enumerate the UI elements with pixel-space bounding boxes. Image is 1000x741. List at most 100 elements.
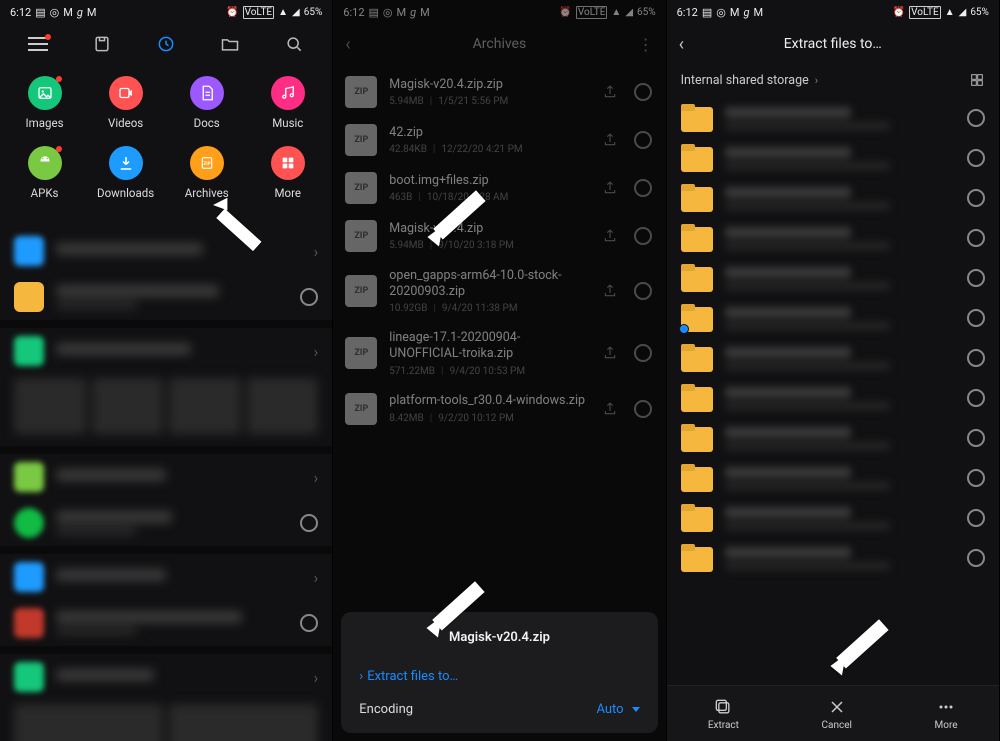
category-archives[interactable]: ZIP Archives bbox=[166, 140, 247, 210]
extract-action[interactable]: › Extract files to… bbox=[359, 669, 639, 684]
sheet-title: Magisk-v20.4.zip bbox=[359, 630, 639, 645]
select-radio[interactable] bbox=[634, 400, 652, 418]
folder-row[interactable] bbox=[667, 538, 999, 578]
share-icon[interactable] bbox=[602, 401, 618, 417]
category-label: Images bbox=[26, 116, 64, 130]
list-item[interactable] bbox=[0, 500, 332, 546]
file-row[interactable]: ZIPplatform-tools_r30.0.4-windows.zip8.4… bbox=[333, 385, 665, 433]
select-radio[interactable] bbox=[967, 509, 985, 527]
select-radio[interactable] bbox=[967, 389, 985, 407]
list-item[interactable]: › bbox=[0, 328, 332, 374]
view-grid-button[interactable] bbox=[969, 72, 985, 88]
category-more[interactable]: More bbox=[247, 140, 328, 210]
notif-icon: ◎ bbox=[50, 6, 60, 19]
encoding-row[interactable]: Encoding Auto bbox=[359, 702, 639, 717]
list-item[interactable]: › bbox=[0, 454, 332, 500]
statusbar-time: 6:12 bbox=[677, 6, 698, 19]
list-item[interactable] bbox=[0, 600, 332, 646]
file-row[interactable]: ZIPMagisk-v20.4.zip.zip5.94MB|1/5/21 5:5… bbox=[333, 68, 665, 116]
select-radio[interactable] bbox=[967, 429, 985, 447]
recent-list[interactable]: › › › › bbox=[0, 224, 332, 741]
select-radio[interactable] bbox=[967, 269, 985, 287]
folder-row[interactable] bbox=[667, 258, 999, 298]
select-radio[interactable] bbox=[634, 344, 652, 362]
search-button[interactable] bbox=[276, 26, 312, 62]
statusbar-time: 6:12 bbox=[10, 6, 31, 19]
cancel-button[interactable]: Cancel bbox=[822, 697, 852, 731]
list-item[interactable]: › bbox=[0, 228, 332, 274]
folder-row[interactable] bbox=[667, 418, 999, 458]
select-radio[interactable] bbox=[634, 83, 652, 101]
share-icon[interactable] bbox=[602, 84, 618, 100]
select-radio[interactable] bbox=[967, 189, 985, 207]
file-row[interactable]: ZIPlineage-17.1-20200904-UNOFFICIAL-troi… bbox=[333, 322, 665, 384]
select-radio[interactable] bbox=[967, 309, 985, 327]
share-icon[interactable] bbox=[602, 180, 618, 196]
page-title: Extract files to… bbox=[707, 36, 959, 52]
file-row[interactable]: ZIP42.zip42.84KB|12/22/20 4:21 PM bbox=[333, 116, 665, 164]
select-radio[interactable] bbox=[967, 549, 985, 567]
category-images[interactable]: Images bbox=[4, 70, 85, 140]
category-music[interactable]: Music bbox=[247, 70, 328, 140]
select-radio[interactable] bbox=[967, 109, 985, 127]
share-icon[interactable] bbox=[602, 228, 618, 244]
folder-row[interactable] bbox=[667, 378, 999, 418]
share-icon[interactable] bbox=[602, 132, 618, 148]
select-radio[interactable] bbox=[967, 469, 985, 487]
file-row[interactable]: ZIPMagisk-v20.4.zip5.94MB|9/10/20 3:18 P… bbox=[333, 212, 665, 260]
overflow-button[interactable]: ⋮ bbox=[630, 35, 654, 54]
file-row[interactable]: ZIPboot.img+files.zip463B|10/18/20 1:28 … bbox=[333, 164, 665, 212]
file-meta: 463B|10/18/20 1:28 AM bbox=[389, 192, 589, 203]
folder-row[interactable] bbox=[667, 338, 999, 378]
statusbar: 6:12 ▤ ◎ M g M ⏰ VoLTE ▲ ◢ 65% bbox=[0, 0, 332, 24]
category-videos[interactable]: Videos bbox=[85, 70, 166, 140]
category-label: More bbox=[275, 186, 302, 200]
select-radio[interactable] bbox=[967, 149, 985, 167]
category-downloads[interactable]: Downloads bbox=[85, 140, 166, 210]
select-radio[interactable] bbox=[300, 614, 318, 632]
extract-button[interactable]: Extract bbox=[708, 697, 739, 731]
more-button[interactable]: More bbox=[935, 697, 958, 731]
select-radio[interactable] bbox=[634, 227, 652, 245]
folder-row[interactable] bbox=[667, 178, 999, 218]
select-radio[interactable] bbox=[300, 514, 318, 532]
statusbar: 6:12 ▤◎MgM ⏰VoLTE▲◢65% bbox=[667, 0, 999, 24]
recent-tab[interactable] bbox=[148, 26, 184, 62]
encoding-value: Auto bbox=[596, 702, 623, 717]
select-radio[interactable] bbox=[634, 131, 652, 149]
category-apks[interactable]: APKs bbox=[4, 140, 85, 210]
category-label: Downloads bbox=[97, 186, 154, 200]
select-radio[interactable] bbox=[967, 229, 985, 247]
folder-row[interactable] bbox=[667, 138, 999, 178]
back-button[interactable]: ‹ bbox=[345, 34, 369, 55]
folder-row[interactable] bbox=[667, 218, 999, 258]
folder-row[interactable] bbox=[667, 498, 999, 538]
list-item[interactable] bbox=[0, 274, 332, 320]
menu-button[interactable] bbox=[20, 26, 56, 62]
list-item[interactable]: › bbox=[0, 654, 332, 700]
alarm-icon: ⏰ bbox=[226, 7, 238, 18]
select-radio[interactable] bbox=[300, 288, 318, 306]
archive-list[interactable]: ZIPMagisk-v20.4.zip.zip5.94MB|1/5/21 5:5… bbox=[333, 64, 665, 433]
share-icon[interactable] bbox=[602, 283, 618, 299]
signal-icon: ◢ bbox=[292, 7, 300, 18]
back-button[interactable]: ‹ bbox=[679, 34, 707, 55]
list-item[interactable]: › bbox=[0, 554, 332, 600]
share-icon[interactable] bbox=[602, 345, 618, 361]
screen-extract-destination: 6:12 ▤◎MgM ⏰VoLTE▲◢65% ‹ Extract files t… bbox=[667, 0, 1000, 741]
category-docs[interactable]: Docs bbox=[166, 70, 247, 140]
folder-row[interactable] bbox=[667, 298, 999, 338]
bottom-sheet: Magisk-v20.4.zip › Extract files to… Enc… bbox=[341, 612, 657, 733]
folder-row[interactable] bbox=[667, 458, 999, 498]
select-radio[interactable] bbox=[634, 179, 652, 197]
folder-tab[interactable] bbox=[212, 26, 248, 62]
select-radio[interactable] bbox=[634, 282, 652, 300]
folder-row[interactable] bbox=[667, 98, 999, 138]
file-row[interactable]: ZIPopen_gapps-arm64-10.0-stock-20200903.… bbox=[333, 260, 665, 322]
folder-list[interactable] bbox=[667, 98, 999, 673]
breadcrumb[interactable]: Internal shared storage › bbox=[667, 64, 999, 98]
select-radio[interactable] bbox=[967, 349, 985, 367]
file-name: open_gapps-arm64-10.0-stock-20200903.zip bbox=[389, 268, 589, 299]
storage-icon[interactable] bbox=[84, 26, 120, 62]
encoding-label: Encoding bbox=[359, 702, 413, 717]
